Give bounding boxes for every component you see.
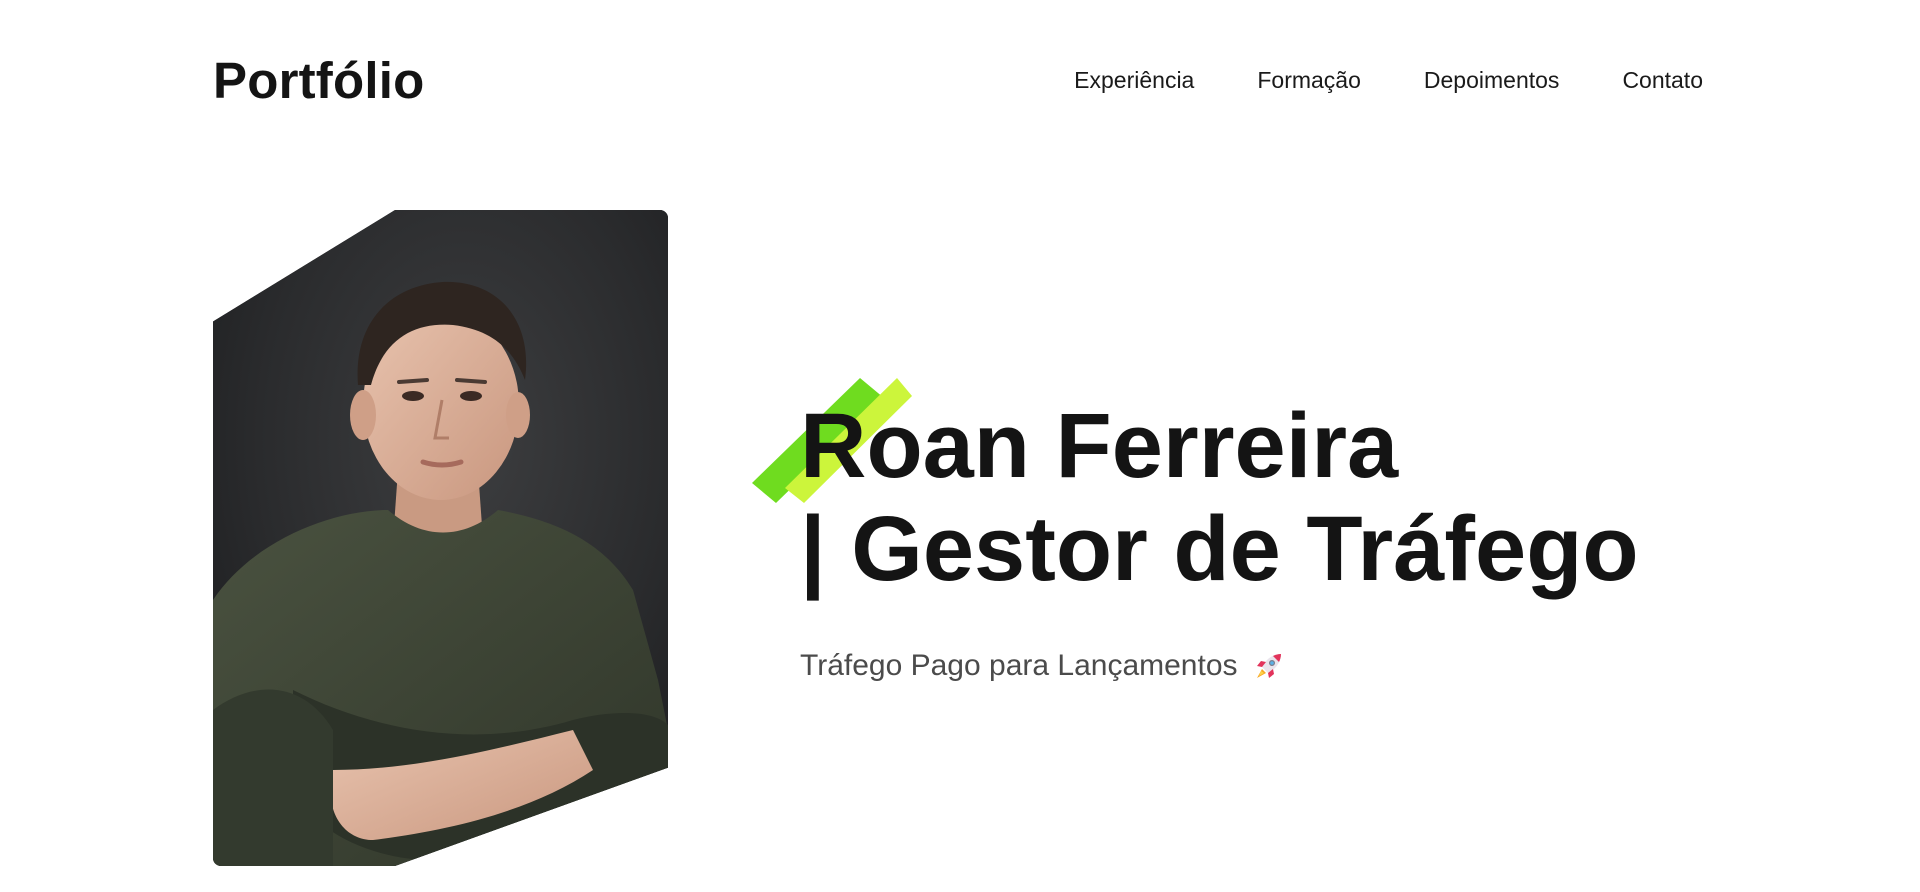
hero-title: Roan Ferreira | Gestor de Tráfego bbox=[800, 395, 1639, 601]
hero-subtitle: Tráfego Pago para Lançamentos bbox=[800, 649, 1639, 683]
hero-title-line1: Roan Ferreira bbox=[800, 395, 1399, 497]
nav-link-depoimentos[interactable]: Depoimentos bbox=[1424, 67, 1560, 94]
hero-subtitle-text: Tráfego Pago para Lançamentos bbox=[800, 649, 1238, 682]
hero-section: Roan Ferreira | Gestor de Tráfego Tráfeg… bbox=[800, 395, 1639, 683]
hero-title-line2: | Gestor de Tráfego bbox=[800, 498, 1639, 600]
page: Portfólio Experiência Formação Depoiment… bbox=[0, 0, 1920, 892]
main-nav: Experiência Formação Depoimentos Contato bbox=[1074, 67, 1703, 94]
nav-link-formacao[interactable]: Formação bbox=[1257, 67, 1361, 94]
nav-link-experiencia[interactable]: Experiência bbox=[1074, 67, 1194, 94]
rocket-icon bbox=[1256, 654, 1281, 678]
brand-logo[interactable]: Portfólio bbox=[213, 51, 424, 110]
profile-photo bbox=[213, 210, 668, 866]
site-header: Portfólio Experiência Formação Depoiment… bbox=[213, 48, 1703, 112]
nav-link-contato[interactable]: Contato bbox=[1622, 67, 1703, 94]
